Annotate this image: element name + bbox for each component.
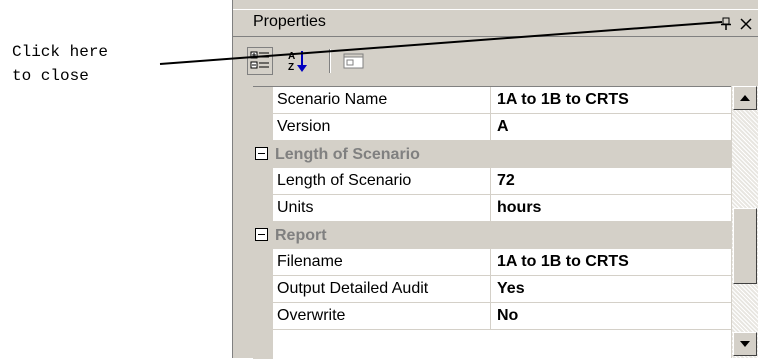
svg-text:Z: Z bbox=[288, 62, 294, 73]
property-value[interactable]: 72 bbox=[491, 168, 737, 194]
property-name: Length of Scenario bbox=[273, 168, 491, 194]
scroll-up-arrow-icon bbox=[740, 95, 750, 101]
category-label: Length of Scenario bbox=[275, 146, 420, 163]
close-callout: Click here to close bbox=[12, 40, 108, 88]
callout-line-1: Click here bbox=[12, 43, 109, 61]
close-icon[interactable] bbox=[739, 17, 753, 31]
property-name: Output Detailed Audit bbox=[273, 276, 491, 302]
property-row-output-detailed-audit[interactable]: Output Detailed Audit Yes bbox=[253, 276, 737, 303]
property-row-length-of-scenario[interactable]: Length of Scenario 72 bbox=[253, 168, 737, 195]
properties-panel: Properties A Z Scenario Name 1A to 1B to… bbox=[232, 0, 758, 359]
property-value[interactable]: 1A to 1B to CRTS bbox=[491, 87, 737, 113]
pin-icon[interactable] bbox=[719, 17, 733, 31]
category-label: Report bbox=[275, 227, 327, 244]
property-pages-icon[interactable] bbox=[341, 47, 367, 75]
panel-title: Properties bbox=[253, 13, 326, 30]
property-name: Units bbox=[273, 195, 491, 221]
property-value[interactable]: hours bbox=[491, 195, 737, 221]
property-value[interactable]: No bbox=[491, 303, 737, 329]
property-value[interactable]: Yes bbox=[491, 276, 737, 302]
category-report[interactable]: Report bbox=[253, 222, 731, 249]
vertical-scrollbar[interactable] bbox=[731, 86, 758, 358]
scroll-down-button[interactable] bbox=[733, 332, 757, 356]
property-value[interactable]: A bbox=[491, 114, 737, 140]
callout-line-2: to close bbox=[12, 67, 89, 85]
categorized-view-icon[interactable] bbox=[247, 47, 273, 75]
scroll-up-button[interactable] bbox=[733, 86, 757, 110]
property-value[interactable]: 1A to 1B to CRTS bbox=[491, 249, 737, 275]
property-row-scenario-name[interactable]: Scenario Name 1A to 1B to CRTS bbox=[253, 87, 737, 114]
toolbar-separator bbox=[329, 49, 331, 73]
property-name: Overwrite bbox=[273, 303, 491, 329]
property-name: Version bbox=[273, 114, 491, 140]
property-row-units[interactable]: Units hours bbox=[253, 195, 737, 222]
property-name: Scenario Name bbox=[273, 87, 491, 113]
scroll-thumb[interactable] bbox=[733, 208, 757, 284]
property-grid: Scenario Name 1A to 1B to CRTS Version A… bbox=[253, 86, 737, 359]
panel-toolbar: A Z bbox=[233, 36, 758, 85]
alphabetical-sort-icon[interactable]: A Z bbox=[285, 47, 311, 75]
panel-titlebar: Properties bbox=[233, 9, 758, 36]
scroll-down-arrow-icon bbox=[740, 341, 750, 347]
property-row-version[interactable]: Version A bbox=[253, 114, 737, 141]
property-row-filename[interactable]: Filename 1A to 1B to CRTS bbox=[253, 249, 737, 276]
collapse-toggle-icon[interactable] bbox=[255, 147, 268, 160]
property-row-overwrite[interactable]: Overwrite No bbox=[253, 303, 737, 330]
category-length-of-scenario[interactable]: Length of Scenario bbox=[253, 141, 731, 168]
svg-text:A: A bbox=[288, 51, 295, 62]
collapse-toggle-icon[interactable] bbox=[255, 228, 268, 241]
property-name: Filename bbox=[273, 249, 491, 275]
